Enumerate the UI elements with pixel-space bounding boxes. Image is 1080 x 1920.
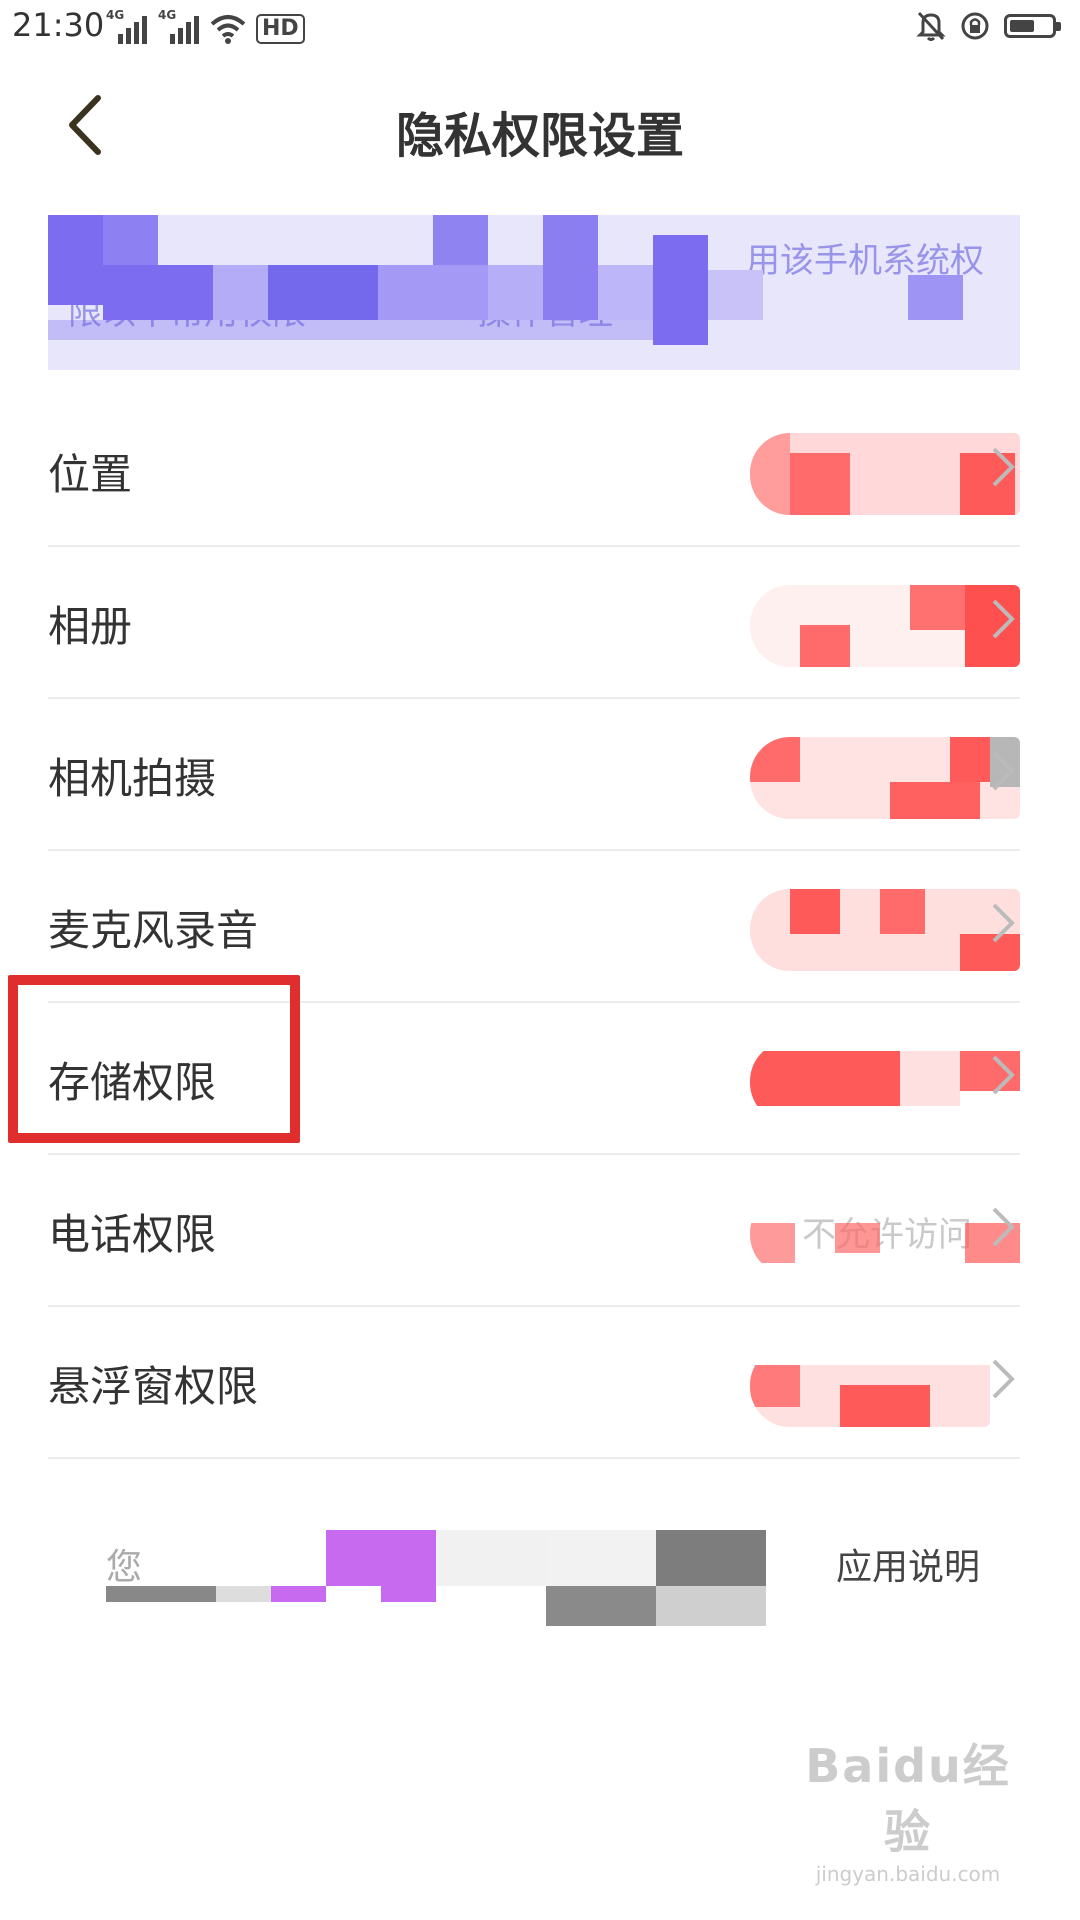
permission-row-camera[interactable]: 相机拍摄 xyxy=(48,699,1020,851)
notice-text: 用该手机系统权 限以下常用权限 操作管理 xyxy=(68,241,984,333)
permission-label: 位置 xyxy=(48,450,133,499)
mosaic-blur xyxy=(750,1345,990,1427)
permission-label: 相册 xyxy=(48,602,133,651)
permission-row-album[interactable]: 相册 xyxy=(48,547,1020,699)
permission-label: 相机拍摄 xyxy=(48,754,217,803)
chevron-right-icon xyxy=(992,903,1015,943)
signal-icon: 4G xyxy=(106,8,148,44)
status-bar: 21:30 4G 4G HD xyxy=(0,0,1080,56)
permission-label: 悬浮窗权限 xyxy=(48,1362,259,1411)
battery-icon xyxy=(1004,14,1061,38)
footer-text: 您 应用说明 xyxy=(106,1538,986,1590)
privacy-notice: 用该手机系统权 限以下常用权限 操作管理 xyxy=(48,215,1020,370)
mosaic-blur xyxy=(750,1041,1020,1123)
chevron-right-icon xyxy=(992,751,1015,791)
chevron-right-icon xyxy=(992,447,1015,487)
footer-link[interactable]: 应用说明 xyxy=(836,1538,980,1590)
permission-row-floating-window[interactable]: 悬浮窗权限 xyxy=(48,1307,1020,1459)
wifi-icon xyxy=(210,15,246,44)
baidu-watermark: Baidu经验 jingyan.baidu.com xyxy=(788,1730,1028,1886)
watermark-site: jingyan.baidu.com xyxy=(815,1862,1001,1886)
permission-list: 位置 相册 相机拍摄 麦克风录音 存储权限 电话权限 不允许访问 悬浮窗权限 xyxy=(48,395,1020,1459)
permission-row-phone[interactable]: 电话权限 不允许访问 xyxy=(48,1155,1020,1307)
mute-icon xyxy=(916,11,946,41)
permission-label: 电话权限 xyxy=(48,1210,217,1259)
chevron-right-icon xyxy=(992,1207,1015,1247)
mosaic-blur xyxy=(750,1193,1020,1275)
hd-icon: HD xyxy=(256,14,305,44)
rotation-lock-icon xyxy=(961,12,989,40)
permission-label: 麦克风录音 xyxy=(48,906,259,955)
chevron-right-icon xyxy=(992,1359,1015,1399)
permission-row-location[interactable]: 位置 xyxy=(48,395,1020,547)
chevron-right-icon xyxy=(992,1055,1015,1095)
watermark-brand: Baidu经验 xyxy=(805,1739,1011,1859)
signal-icon: 4G xyxy=(158,8,200,44)
mosaic-blur xyxy=(750,585,1020,667)
mosaic-blur xyxy=(750,889,1020,971)
footer-note: 您 应用说明 xyxy=(106,1530,986,1640)
mosaic-blur xyxy=(750,433,1020,515)
status-time: 21:30 xyxy=(12,6,105,44)
chevron-right-icon xyxy=(992,599,1015,639)
page-title: 隐私权限设置 xyxy=(395,108,684,164)
mosaic-blur xyxy=(750,737,1020,819)
highlight-box xyxy=(8,975,300,1143)
